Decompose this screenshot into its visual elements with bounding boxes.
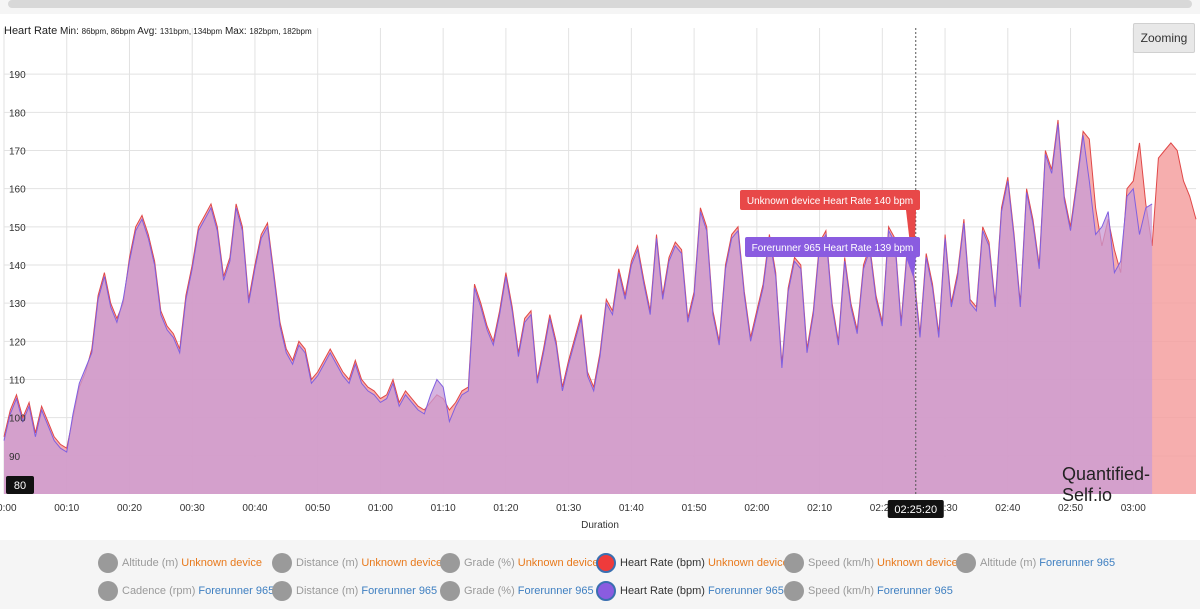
legend-metric-label: Heart Rate (bpm) — [620, 585, 705, 597]
legend-item[interactable]: Distance (m) Forerunner 965 — [272, 580, 437, 602]
y-tick-label: 180 — [9, 108, 26, 119]
x-tick-label: 01:00 — [368, 503, 393, 514]
tooltip-text: Unknown device Heart Rate 140 bpm — [747, 196, 913, 207]
legend-dot-icon — [956, 553, 976, 573]
tooltip-text: Forerunner 965 Heart Rate 139 bpm — [752, 243, 914, 254]
legend-metric-label: Cadence (rpm) — [122, 585, 196, 597]
legend-device-label: Unknown device — [181, 557, 262, 569]
legend-device-label: Forerunner 965 — [198, 585, 275, 597]
watermark: Quantified-Self.io — [1062, 464, 1151, 505]
stats-avg-values: 131bpm, 134bpm — [159, 27, 223, 36]
legend-item[interactable]: Altitude (m) Forerunner 965 — [956, 552, 1115, 574]
legend-metric-label: Grade (%) — [464, 585, 515, 597]
stats-min-values: 86bpm, 86bpm — [81, 27, 136, 36]
crosshair-y-label: 80 — [14, 480, 26, 492]
y-tick-label: 140 — [9, 261, 26, 272]
heart-rate-stats: Heart Rate Min: 86bpm, 86bpm Avg: 131bpm… — [4, 25, 312, 37]
x-tick-label: 01:50 — [682, 503, 707, 514]
x-tick-label: 00:40 — [242, 503, 267, 514]
legend-item[interactable]: Cadence (rpm) Forerunner 965 — [98, 580, 274, 602]
legend-metric-label: Heart Rate (bpm) — [620, 557, 705, 569]
y-tick-label: 170 — [9, 147, 26, 158]
legend-dot-icon — [272, 553, 292, 573]
x-tick-label: 02:40 — [995, 503, 1020, 514]
x-tick-label: 01:10 — [431, 503, 456, 514]
stats-max-values: 182bpm, 182bpm — [249, 27, 312, 36]
stats-max-label: Max: — [224, 26, 247, 37]
series-layer — [3, 119, 1197, 495]
legend-item[interactable]: Heart Rate (bpm) Forerunner 965 — [596, 580, 784, 602]
legend-dot-icon — [596, 553, 616, 573]
series-area — [4, 123, 1153, 495]
legend-item[interactable]: Grade (%) Unknown device — [440, 552, 598, 574]
legend-device-label: Forerunner 965 — [1039, 557, 1116, 569]
y-tick-label: 190 — [9, 70, 26, 81]
heart-rate-chart[interactable]: 90 100 110 120 130 140 150 160 170 180 190 00:00 00:… — [0, 14, 1200, 540]
x-tick-label: 00:30 — [180, 503, 205, 514]
legend-item[interactable]: Grade (%) Forerunner 965 — [440, 580, 594, 602]
y-tick-label: 130 — [9, 299, 26, 310]
y-tick-label: 100 — [9, 414, 26, 425]
legend-metric-label: Distance (m) — [296, 585, 359, 597]
legend-device-label: Forerunner 965 — [877, 585, 953, 597]
y-tick-label: 160 — [9, 185, 26, 196]
zooming-button[interactable]: Zooming — [1133, 23, 1195, 53]
legend-item[interactable]: Heart Rate (bpm) Unknown device — [596, 552, 789, 574]
stats-avg-label: Avg: — [137, 26, 158, 37]
legend-metric-label: Distance (m) — [296, 557, 359, 569]
legend-metric-label: Speed (km/h) — [808, 557, 875, 569]
legend-device-label: Forerunner 965 — [361, 585, 438, 597]
legend-item[interactable]: Speed (km/h) Forerunner 965 — [784, 580, 953, 602]
x-axis-title: Duration — [581, 520, 619, 531]
legend-metric-label: Altitude (m) — [122, 557, 179, 569]
y-tick-label: 150 — [9, 223, 26, 234]
legend-device-label: Forerunner 965 — [517, 585, 594, 597]
chart-area[interactable]: 90 100 110 120 130 140 150 160 170 180 190 00:00 00:… — [0, 14, 1200, 540]
y-tick-label: 90 — [9, 452, 21, 463]
y-tick-label: 120 — [9, 337, 26, 348]
x-tick-label: 02:10 — [807, 503, 832, 514]
legend-dot-icon — [596, 581, 616, 601]
legend-dot-icon — [98, 581, 118, 601]
y-tick-label: 110 — [9, 376, 25, 387]
legend-dot-icon — [440, 553, 460, 573]
stats-min-label: Min: — [59, 26, 79, 37]
x-tick-label: 00:50 — [305, 503, 330, 514]
x-tick-label: 00:10 — [54, 503, 79, 514]
legend-dot-icon — [784, 581, 804, 601]
crosshair-x-label: 02:25:20 — [894, 504, 937, 516]
legend-device-label: Unknown device — [877, 557, 958, 569]
legend-item[interactable]: Speed (km/h) Unknown device — [784, 552, 958, 574]
x-tick-label: 00:00 — [0, 503, 17, 514]
legend-metric-label: Grade (%) — [464, 557, 515, 569]
legend-dot-icon — [272, 581, 292, 601]
legend: Altitude (m) Unknown device Distance (m) Un… — [0, 552, 1200, 602]
x-tick-label: 01:40 — [619, 503, 644, 514]
legend-device-label: Forerunner 965 — [707, 585, 784, 597]
x-tick-label: 02:00 — [744, 503, 769, 514]
legend-item[interactable]: Distance (m) Unknown device — [272, 552, 442, 574]
legend-dot-icon — [98, 553, 118, 573]
x-tick-label: 01:30 — [556, 503, 581, 514]
legend-device-label: Unknown device — [707, 557, 789, 569]
legend-dot-icon — [784, 553, 804, 573]
legend-device-label: Unknown device — [361, 557, 443, 569]
legend-metric-label: Altitude (m) — [980, 557, 1037, 569]
stats-title: Heart Rate — [4, 25, 58, 37]
x-tick-label: 01:20 — [493, 503, 518, 514]
legend-item[interactable]: Altitude (m) Unknown device — [98, 552, 262, 574]
x-tick-label: 00:20 — [117, 503, 142, 514]
legend-device-label: Unknown device — [517, 557, 599, 569]
legend-dot-icon — [440, 581, 460, 601]
legend-metric-label: Speed (km/h) — [808, 585, 875, 597]
top-scrollbar[interactable] — [8, 0, 1192, 8]
